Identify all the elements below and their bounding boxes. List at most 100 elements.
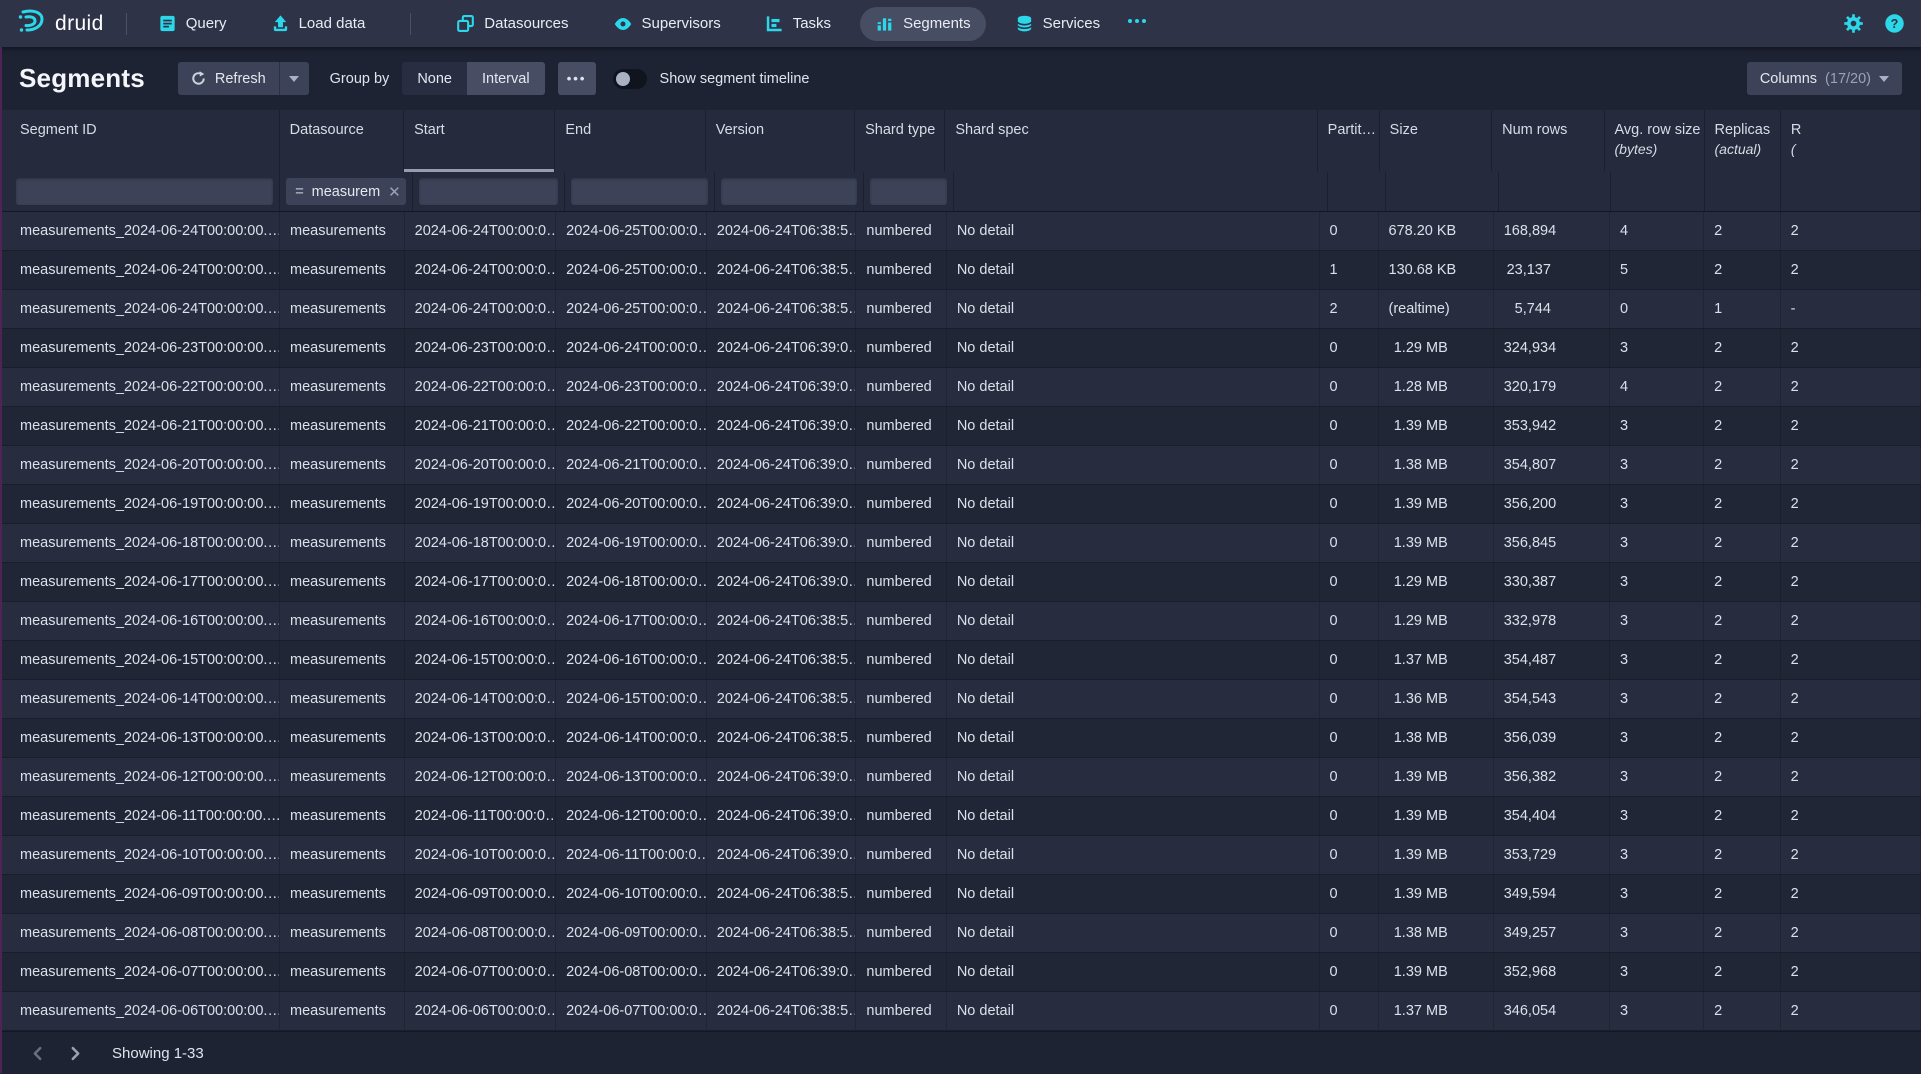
cell-version: 2024-06-24T06:38:5… <box>707 875 857 913</box>
cell-shard-type: numbered <box>856 524 946 562</box>
column-header-shard-type[interactable]: Shard type <box>855 110 945 172</box>
cell-version: 2024-06-24T06:38:5… <box>707 290 857 328</box>
toolbar-more-button[interactable]: ••• <box>558 62 596 95</box>
cell-num-rows: 332,978 <box>1494 602 1610 640</box>
filter-cell-replicas <box>1705 172 1781 211</box>
datasource-filter-chip[interactable]: =measurem✕ <box>286 178 406 205</box>
nav-more-button[interactable] <box>1115 11 1159 36</box>
cell-shard-spec: No detail <box>947 992 1320 1030</box>
table-row[interactable]: measurements_2024-06-11T00:00:00.…measur… <box>0 797 1921 836</box>
columns-button[interactable]: Columns (17/20) <box>1747 62 1902 95</box>
cell-version: 2024-06-24T06:38:5… <box>707 602 857 640</box>
table-row[interactable]: measurements_2024-06-08T00:00:00.…measur… <box>0 914 1921 953</box>
cell-num-rows: 320,179 <box>1494 368 1610 406</box>
filter-input-segment-id[interactable] <box>16 178 273 205</box>
column-header-shard-spec[interactable]: Shard spec <box>945 110 1317 172</box>
filter-input-end[interactable] <box>571 178 708 205</box>
nav-item-datasources[interactable]: Datasources <box>441 7 583 41</box>
cell-shard-type: numbered <box>856 992 946 1030</box>
cell-size: 1.39 MB <box>1379 758 1494 796</box>
filter-input-start[interactable] <box>419 178 557 205</box>
cell-replication-factor: 2 <box>1781 875 1921 913</box>
column-header-replication-factor[interactable]: R( <box>1781 110 1921 172</box>
nav-item-query[interactable]: Query <box>143 7 242 41</box>
table-row[interactable]: measurements_2024-06-17T00:00:00.…measur… <box>0 563 1921 602</box>
cell-start: 2024-06-21T00:00:0… <box>405 407 557 445</box>
table-row[interactable]: measurements_2024-06-12T00:00:00.…measur… <box>0 758 1921 797</box>
cell-replication-factor: 2 <box>1781 680 1921 718</box>
table-row[interactable]: measurements_2024-06-24T00:00:00.…measur… <box>0 212 1921 251</box>
window-edge-strip <box>0 47 2 1073</box>
table-row[interactable]: measurements_2024-06-21T00:00:00.…measur… <box>0 407 1921 446</box>
table-row[interactable]: measurements_2024-06-24T00:00:00.…measur… <box>0 290 1921 329</box>
cell-replicas: 2 <box>1704 563 1781 601</box>
filter-input-shard-type[interactable] <box>870 178 947 205</box>
cell-datasource: measurements <box>280 680 405 718</box>
nav-item-services[interactable]: Services <box>1000 7 1116 41</box>
cell-start: 2024-06-10T00:00:0… <box>405 836 557 874</box>
table-row[interactable]: measurements_2024-06-22T00:00:00.…measur… <box>0 368 1921 407</box>
column-header-segment-id[interactable]: Segment ID <box>10 110 280 172</box>
show-segment-timeline-toggle[interactable] <box>613 69 647 89</box>
nav-item-segments[interactable]: Segments <box>860 7 986 41</box>
cell-segment-id: measurements_2024-06-24T00:00:00.… <box>10 251 280 289</box>
cell-version: 2024-06-24T06:39:0… <box>707 407 857 445</box>
column-header-partition[interactable]: Partit… <box>1318 110 1380 172</box>
refresh-button[interactable]: Refresh <box>178 62 279 95</box>
cell-shard-spec: No detail <box>947 368 1320 406</box>
table-row[interactable]: measurements_2024-06-16T00:00:00.…measur… <box>0 602 1921 641</box>
cell-shard-spec: No detail <box>947 875 1320 913</box>
cell-num-rows: 356,845 <box>1494 524 1610 562</box>
druid-logo[interactable]: druid <box>16 6 104 41</box>
cell-partition: 0 <box>1320 797 1379 835</box>
settings-gear-button[interactable] <box>1843 13 1864 34</box>
column-header-start[interactable]: Start <box>404 110 555 172</box>
cell-version: 2024-06-24T06:39:0… <box>707 329 857 367</box>
nav-item-load-data[interactable]: Load data <box>256 7 381 41</box>
refresh-dropdown-caret[interactable] <box>279 62 309 95</box>
table-row[interactable]: measurements_2024-06-23T00:00:00.…measur… <box>0 329 1921 368</box>
table-row[interactable]: measurements_2024-06-07T00:00:00.…measur… <box>0 953 1921 992</box>
table-row[interactable]: measurements_2024-06-06T00:00:00.…measur… <box>0 992 1921 1031</box>
previous-page-button[interactable] <box>22 1038 52 1068</box>
filter-cell-size <box>1386 172 1498 211</box>
nav-item-supervisors[interactable]: Supervisors <box>598 7 736 41</box>
cell-partition: 0 <box>1320 407 1379 445</box>
cell-segment-id: measurements_2024-06-23T00:00:00.… <box>10 329 280 367</box>
column-header-avg-row-size[interactable]: Avg. row size(bytes) <box>1605 110 1705 172</box>
cell-size: 1.38 MB <box>1379 914 1494 952</box>
next-page-button[interactable] <box>60 1038 90 1068</box>
cell-segment-id: measurements_2024-06-08T00:00:00.… <box>10 914 280 952</box>
help-button[interactable]: ? <box>1884 13 1905 34</box>
nav-item-tasks[interactable]: Tasks <box>750 7 846 41</box>
table-row[interactable]: measurements_2024-06-13T00:00:00.…measur… <box>0 719 1921 758</box>
nav-item-label: Datasources <box>484 15 568 32</box>
column-header-datasource[interactable]: Datasource <box>280 110 404 172</box>
cell-segment-id: measurements_2024-06-21T00:00:00.… <box>10 407 280 445</box>
column-header-replicas[interactable]: Replicas(actual) <box>1705 110 1781 172</box>
table-row[interactable]: measurements_2024-06-15T00:00:00.…measur… <box>0 641 1921 680</box>
column-header-size[interactable]: Size <box>1380 110 1492 172</box>
filter-input-version[interactable] <box>721 178 857 205</box>
cell-end: 2024-06-25T00:00:0… <box>556 251 707 289</box>
table-row[interactable]: measurements_2024-06-18T00:00:00.…measur… <box>0 524 1921 563</box>
column-header-version[interactable]: Version <box>706 110 855 172</box>
table-row[interactable]: measurements_2024-06-10T00:00:00.…measur… <box>0 836 1921 875</box>
table-row[interactable]: measurements_2024-06-09T00:00:00.…measur… <box>0 875 1921 914</box>
showing-range-label: Showing 1-33 <box>112 1045 204 1062</box>
cell-shard-spec: No detail <box>947 680 1320 718</box>
table-row[interactable]: measurements_2024-06-19T00:00:00.…measur… <box>0 485 1921 524</box>
cell-end: 2024-06-08T00:00:0… <box>556 953 707 991</box>
column-header-end[interactable]: End <box>555 110 705 172</box>
group-by-interval-button[interactable]: Interval <box>467 62 545 95</box>
table-row[interactable]: measurements_2024-06-20T00:00:00.…measur… <box>0 446 1921 485</box>
group-by-label: Group by <box>330 71 390 87</box>
table-row[interactable]: measurements_2024-06-14T00:00:00.…measur… <box>0 680 1921 719</box>
table-row[interactable]: measurements_2024-06-24T00:00:00.…measur… <box>0 251 1921 290</box>
cell-replication-factor: 2 <box>1781 329 1921 367</box>
column-header-num-rows[interactable]: Num rows <box>1492 110 1604 172</box>
cell-replicas: 2 <box>1704 914 1781 952</box>
remove-filter-icon[interactable]: ✕ <box>388 183 401 201</box>
cell-size: 1.36 MB <box>1379 680 1494 718</box>
group-by-none-button[interactable]: None <box>402 62 467 95</box>
